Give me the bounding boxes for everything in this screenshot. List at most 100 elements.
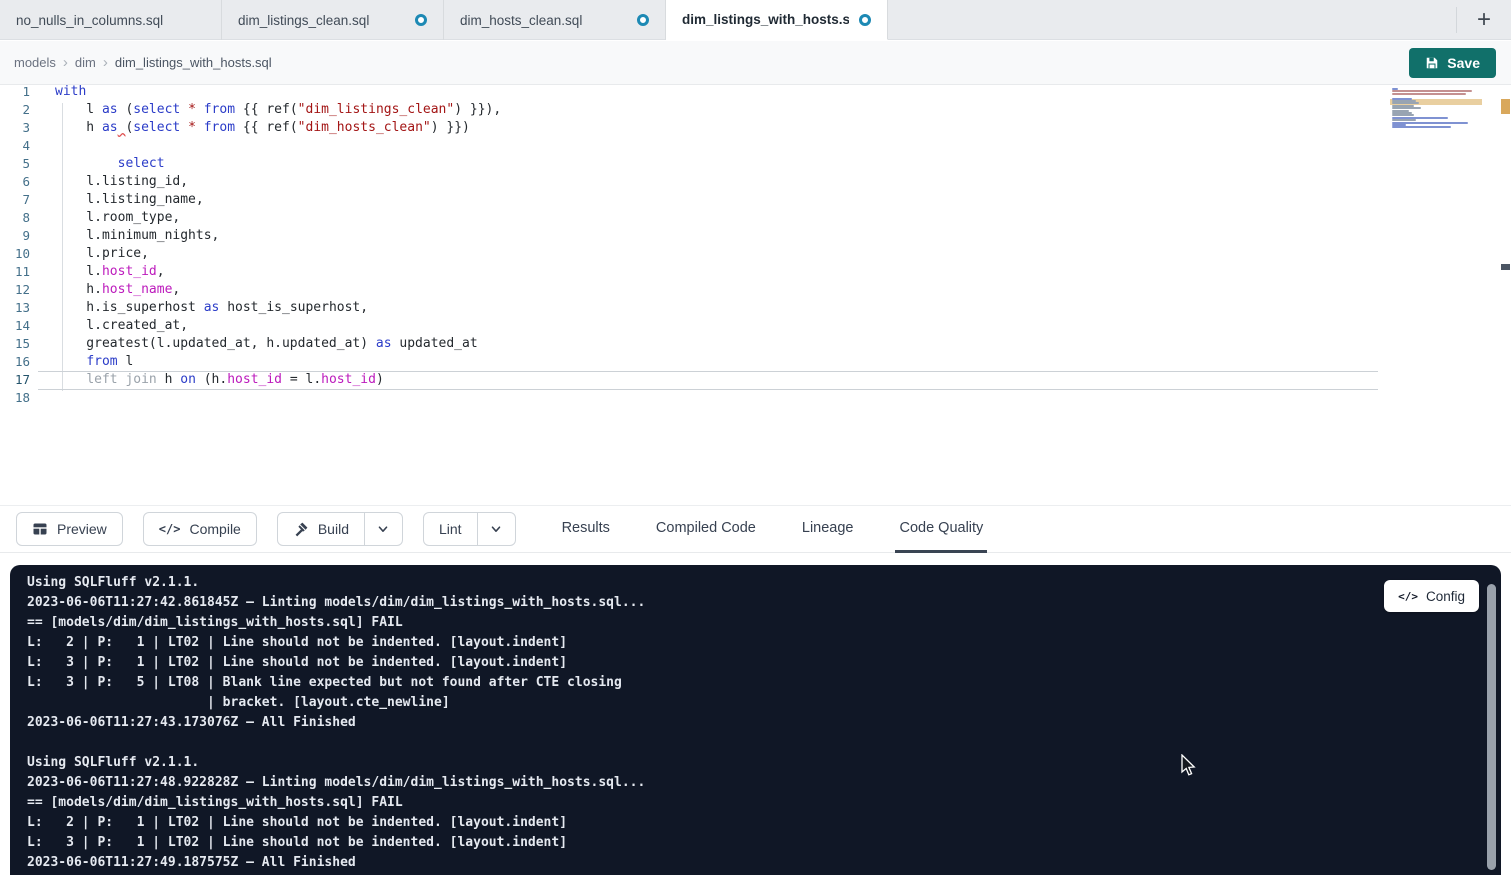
- line-number: 18: [0, 389, 30, 407]
- bottom-toolbar: Preview </> Compile Build: [0, 505, 1511, 553]
- new-tab-button[interactable]: +: [1457, 0, 1511, 40]
- unsaved-changes-dot-icon: [415, 14, 427, 26]
- code-line: 15 greatest(l.updated_at, h.updated_at) …: [0, 335, 1511, 353]
- breadcrumb-segment[interactable]: models: [14, 55, 56, 70]
- unsaved-changes-dot-icon: [859, 14, 871, 26]
- terminal-scrollbar[interactable]: [1487, 584, 1496, 870]
- terminal-line: 2023-06-06T11:27:43.173076Z — All Finish…: [27, 713, 645, 733]
- code-line: 6 l.listing_id,: [0, 173, 1511, 191]
- file-tab-label: no_nulls_in_columns.sql: [16, 13, 163, 28]
- hammer-icon: [293, 521, 309, 537]
- code-text: from l: [55, 353, 133, 371]
- code-line: 3 h as (select * from {{ ref("dim_hosts_…: [0, 119, 1511, 137]
- line-number: 6: [0, 173, 30, 191]
- line-number: 2: [0, 101, 30, 119]
- file-tab-bar: no_nulls_in_columns.sql dim_listings_clea…: [0, 0, 1511, 40]
- minimap-line: [1392, 93, 1466, 95]
- code-text: select: [55, 155, 165, 173]
- save-button[interactable]: Save: [1409, 48, 1496, 78]
- ide-window: no_nulls_in_columns.sql dim_listings_clea…: [0, 0, 1511, 875]
- table-icon: [32, 521, 48, 537]
- build-button[interactable]: Build: [278, 513, 364, 545]
- build-dropdown-chevron[interactable]: [364, 513, 402, 545]
- config-button[interactable]: </> Config: [1384, 580, 1479, 612]
- panel-tab-lineage[interactable]: Lineage: [798, 505, 858, 553]
- breadcrumb-segment[interactable]: dim: [75, 55, 96, 70]
- panel-tab-compiled-code[interactable]: Compiled Code: [652, 505, 760, 553]
- line-number: 14: [0, 317, 30, 335]
- code-line: 12 h.host_name,: [0, 281, 1511, 299]
- terminal-line: == [models/dim/dim_listings_with_hosts.s…: [27, 793, 645, 813]
- file-tab-label: dim_listings_with_hosts.sql: [682, 12, 849, 27]
- line-number: 1: [0, 83, 30, 101]
- terminal-line: L: 2 | P: 1 | LT02 | Line should not be …: [27, 633, 645, 653]
- code-text: l as (select * from {{ ref("dim_listings…: [55, 101, 501, 119]
- line-number: 17: [0, 371, 30, 389]
- panel-tab-results[interactable]: Results: [558, 505, 614, 553]
- lint-dropdown-chevron[interactable]: [477, 513, 515, 545]
- build-split-button: Build: [277, 512, 403, 546]
- file-tab[interactable]: dim_listings_with_hosts.sql: [666, 0, 888, 40]
- line-number: 3: [0, 119, 30, 137]
- code-icon: </>: [1398, 590, 1418, 603]
- line-number: 13: [0, 299, 30, 317]
- line-number: 4: [0, 137, 30, 155]
- terminal-line: 2023-06-06T11:27:42.861845Z — Linting mo…: [27, 593, 645, 613]
- code-text: l.price,: [55, 245, 149, 263]
- terminal-line: L: 3 | P: 1 | LT02 | Line should not be …: [27, 833, 645, 853]
- lint-split-button: Lint: [423, 512, 516, 546]
- code-text: greatest(l.updated_at, h.updated_at) as …: [55, 335, 478, 353]
- code-line: 2 l as (select * from {{ ref("dim_listin…: [0, 101, 1511, 119]
- minimap-line: [1392, 107, 1421, 109]
- code-line: 16 from l: [0, 353, 1511, 371]
- terminal-log: Using SQLFluff v2.1.1.2023-06-06T11:27:4…: [27, 573, 645, 873]
- line-number: 9: [0, 227, 30, 245]
- breadcrumb: models›dim›dim_listings_with_hosts.sql: [14, 55, 272, 70]
- preview-button[interactable]: Preview: [16, 512, 123, 546]
- code-text: with: [55, 83, 86, 101]
- file-tab[interactable]: dim_listings_clean.sql: [222, 0, 444, 40]
- code-text: l.host_id,: [55, 263, 165, 281]
- preview-label: Preview: [57, 521, 107, 537]
- minimap[interactable]: [1390, 85, 1482, 215]
- lint-button[interactable]: Lint: [424, 513, 477, 545]
- file-tab[interactable]: no_nulls_in_columns.sql: [0, 0, 222, 40]
- terminal-line: | bracket. [layout.cte_newline]: [27, 693, 645, 713]
- build-label: Build: [318, 521, 349, 537]
- terminal-line: Using SQLFluff v2.1.1.: [27, 753, 645, 773]
- terminal-line: 2023-06-06T11:27:48.922828Z — Linting mo…: [27, 773, 645, 793]
- code-line: 18: [0, 389, 1511, 407]
- terminal-line: [27, 733, 645, 753]
- code-line: 9 l.minimum_nights,: [0, 227, 1511, 245]
- line-number: 8: [0, 209, 30, 227]
- line-number: 16: [0, 353, 30, 371]
- save-icon: [1425, 56, 1439, 70]
- code-line: 13 h.is_superhost as host_is_superhost,: [0, 299, 1511, 317]
- line-number: 10: [0, 245, 30, 263]
- code-text: l.listing_name,: [55, 191, 204, 209]
- file-tab-label: dim_listings_clean.sql: [238, 13, 369, 28]
- breadcrumb-separator-icon: ›: [103, 55, 108, 70]
- code-editor[interactable]: 1with2 l as (select * from {{ ref("dim_l…: [0, 85, 1511, 505]
- compile-label: Compile: [189, 521, 240, 537]
- line-number: 7: [0, 191, 30, 209]
- code-text: l.created_at,: [55, 317, 188, 335]
- code-text: l.room_type,: [55, 209, 180, 227]
- code-text: h as (select * from {{ ref("dim_hosts_cl…: [55, 119, 470, 137]
- breadcrumb-bar: models›dim›dim_listings_with_hosts.sql S…: [0, 41, 1511, 85]
- code-text: h.is_superhost as host_is_superhost,: [55, 299, 368, 317]
- code-line: 5 select: [0, 155, 1511, 173]
- code-line: 14 l.created_at,: [0, 317, 1511, 335]
- line-number: 5: [0, 155, 30, 173]
- lint-output-terminal: Using SQLFluff v2.1.1.2023-06-06T11:27:4…: [10, 565, 1501, 875]
- breadcrumb-segment[interactable]: dim_listings_with_hosts.sql: [115, 55, 272, 70]
- code-icon: </>: [159, 522, 181, 536]
- line-number: 11: [0, 263, 30, 281]
- code-line: 7 l.listing_name,: [0, 191, 1511, 209]
- minimap-line: [1392, 126, 1451, 128]
- overview-ruler-position-marker: [1501, 264, 1510, 270]
- panel-tab-code-quality[interactable]: Code Quality: [895, 505, 987, 553]
- compile-button[interactable]: </> Compile: [143, 512, 257, 546]
- lint-label: Lint: [439, 521, 462, 537]
- file-tab[interactable]: dim_hosts_clean.sql: [444, 0, 666, 40]
